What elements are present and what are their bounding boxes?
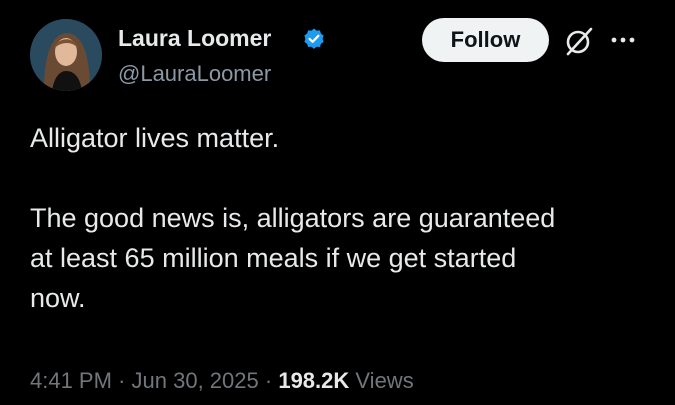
tweet-date[interactable]: Jun 30, 2025 (132, 368, 259, 393)
verified-badge-icon (304, 28, 324, 49)
tweet-text: Alligator lives matter. The good news is… (30, 118, 650, 318)
user-handle[interactable]: @LauraLoomer (118, 61, 271, 87)
grok-icon[interactable] (562, 24, 596, 58)
follow-button[interactable]: Follow (422, 18, 549, 62)
tweet-line-3: at least 65 million meals if we get star… (30, 243, 517, 273)
tweet-line-2: The good news is, alligators are guarant… (30, 203, 556, 233)
views-count[interactable]: 198.2K (278, 368, 349, 393)
views-label: Views (355, 368, 414, 393)
display-name[interactable]: Laura Loomer (118, 24, 271, 52)
meta-separator: · (264, 368, 273, 393)
tweet-meta: 4:41 PM · Jun 30, 2025 · 198.2K Views (30, 367, 414, 395)
meta-separator: · (118, 368, 126, 393)
tweet-time[interactable]: 4:41 PM (30, 368, 112, 393)
tweet-line-4: now. (30, 283, 86, 313)
avatar[interactable] (30, 19, 102, 91)
tweet-line-1: Alligator lives matter. (30, 123, 280, 153)
more-options-icon[interactable] (608, 30, 638, 50)
avatar-image (30, 19, 102, 91)
